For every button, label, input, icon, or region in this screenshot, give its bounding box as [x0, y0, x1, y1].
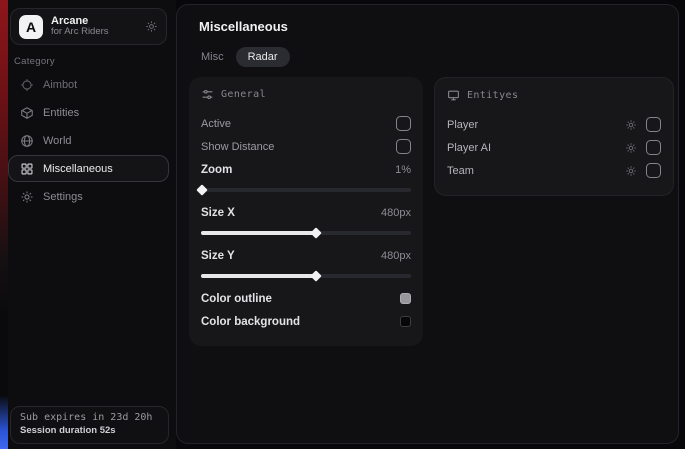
- entities-card-header: Entityes: [447, 89, 661, 102]
- grid-icon: [20, 162, 34, 176]
- slider-value: 1%: [395, 164, 411, 176]
- color-row-outline: Color outline: [201, 287, 411, 310]
- zoom-slider[interactable]: [201, 188, 411, 192]
- general-card: General Active Show Distance Zoom 1%: [189, 77, 423, 346]
- sliders-icon: [201, 88, 214, 101]
- sidebar-item-world[interactable]: World: [8, 127, 169, 154]
- cards-container: General Active Show Distance Zoom 1%: [189, 77, 674, 346]
- tab-radar[interactable]: Radar: [236, 47, 290, 67]
- slider-label: Zoom: [201, 164, 232, 176]
- slider-header: Zoom 1%: [201, 158, 411, 181]
- slider-header: Size Y 480px: [201, 244, 411, 267]
- tab-misc[interactable]: Misc: [191, 47, 234, 67]
- category-label: Category: [14, 56, 55, 67]
- color-label: Color background: [201, 316, 300, 328]
- slider-value: 480px: [381, 250, 411, 262]
- sync-icon[interactable]: [145, 20, 158, 33]
- toggle-label: Active: [201, 118, 231, 130]
- color-outline-swatch[interactable]: [400, 293, 411, 304]
- toggle-row-show-distance: Show Distance: [201, 135, 411, 158]
- sub-expiry-text: Sub expires in 23d 20h: [20, 412, 159, 423]
- main-panel: Miscellaneous Misc Radar General: [176, 4, 679, 444]
- sidebar-item-label: Settings: [43, 191, 83, 203]
- slider-fill: [201, 188, 203, 192]
- monitor-icon: [447, 89, 460, 102]
- subscription-card: Sub expires in 23d 20h Session duration …: [10, 406, 169, 444]
- slider-row-size-y: Size Y 480px: [201, 244, 411, 278]
- sidebar-item-label: Aimbot: [43, 79, 77, 91]
- entity-label: Player AI: [447, 142, 491, 154]
- slider-row-zoom: Zoom 1%: [201, 158, 411, 192]
- cube-icon: [20, 106, 34, 120]
- gear-icon: [20, 190, 34, 204]
- slider-label: Size Y: [201, 250, 235, 262]
- entities-card-title: Entityes: [467, 90, 518, 101]
- player-ai-settings-gear-icon[interactable]: [625, 142, 637, 154]
- slider-fill: [201, 231, 317, 235]
- team-checkbox[interactable]: [646, 163, 661, 178]
- toggle-row-active: Active: [201, 112, 411, 135]
- player-settings-gear-icon[interactable]: [625, 119, 637, 131]
- show-distance-checkbox[interactable]: [396, 139, 411, 154]
- size-x-slider[interactable]: [201, 231, 411, 235]
- color-row-background: Color background: [201, 310, 411, 333]
- page-title: Miscellaneous: [199, 19, 288, 34]
- sidebar-item-label: Entities: [43, 107, 79, 119]
- entity-controls: [625, 140, 661, 155]
- tab-bar: Misc Radar: [191, 47, 290, 67]
- slider-value: 480px: [381, 207, 411, 219]
- slider-thumb[interactable]: [310, 227, 321, 238]
- app-logo: A: [19, 15, 43, 39]
- player-ai-checkbox[interactable]: [646, 140, 661, 155]
- toggle-label: Show Distance: [201, 141, 274, 153]
- team-settings-gear-icon[interactable]: [625, 165, 637, 177]
- player-checkbox[interactable]: [646, 117, 661, 132]
- sidebar-item-miscellaneous[interactable]: Miscellaneous: [8, 155, 169, 182]
- sidebar-item-aimbot[interactable]: Aimbot: [8, 71, 169, 98]
- color-label: Color outline: [201, 293, 272, 305]
- active-checkbox[interactable]: [396, 116, 411, 131]
- slider-thumb[interactable]: [196, 184, 207, 195]
- general-card-header: General: [201, 88, 411, 101]
- entity-label: Player: [447, 119, 478, 131]
- sidebar-nav: Aimbot Entities World: [8, 71, 169, 211]
- session-duration-text: Session duration 52s: [20, 425, 159, 436]
- entity-controls: [625, 163, 661, 178]
- slider-label: Size X: [201, 207, 235, 219]
- slider-fill: [201, 274, 317, 278]
- sidebar-item-entities[interactable]: Entities: [8, 99, 169, 126]
- sidebar-item-settings[interactable]: Settings: [8, 183, 169, 210]
- app-header-card: A Arcane for Arc Riders: [10, 8, 167, 45]
- globe-icon: [20, 134, 34, 148]
- entities-card: Entityes Player P: [434, 77, 674, 196]
- app-meta: Arcane for Arc Riders: [51, 15, 145, 39]
- size-y-slider[interactable]: [201, 274, 411, 278]
- entity-row-team: Team: [447, 159, 661, 182]
- slider-thumb[interactable]: [310, 270, 321, 281]
- general-card-title: General: [221, 89, 266, 100]
- entity-label: Team: [447, 165, 474, 177]
- app-subtitle: for Arc Riders: [51, 27, 145, 38]
- entity-row-player: Player: [447, 113, 661, 136]
- screen: A Arcane for Arc Riders Category: [0, 0, 685, 449]
- sidebar: A Arcane for Arc Riders Category: [8, 0, 176, 449]
- crosshair-icon: [20, 78, 34, 92]
- color-background-swatch[interactable]: [400, 316, 411, 327]
- entity-row-player-ai: Player AI: [447, 136, 661, 159]
- slider-row-size-x: Size X 480px: [201, 201, 411, 235]
- sidebar-item-label: Miscellaneous: [43, 163, 113, 175]
- entity-controls: [625, 117, 661, 132]
- slider-header: Size X 480px: [201, 201, 411, 224]
- sidebar-item-label: World: [43, 135, 72, 147]
